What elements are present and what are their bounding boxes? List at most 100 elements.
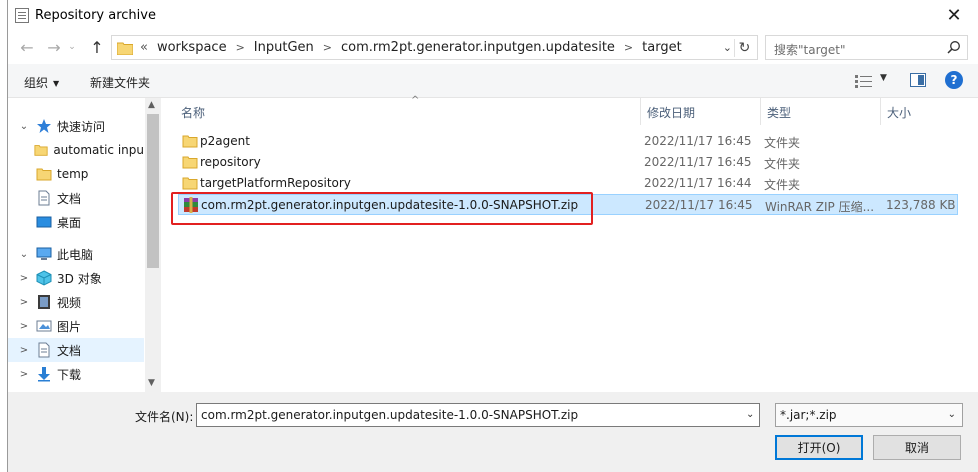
toolbar: 组织 ▼ 新建文件夹 ▼ ?: [8, 64, 978, 98]
filename-input[interactable]: com.rm2pt.generator.inputgen.updatesite-…: [196, 403, 760, 427]
nav-item-3d-objects[interactable]: > 3D 对象: [8, 266, 144, 290]
column-header-label: 大小: [887, 106, 912, 120]
forward-button[interactable]: →: [43, 36, 65, 58]
preview-pane-icon[interactable]: [910, 73, 926, 87]
chevron-down-icon: ⌄: [947, 409, 956, 420]
nav-item-label: 此电脑: [57, 247, 94, 262]
caret-down-icon: ▼: [53, 79, 60, 88]
desktop-icon: [36, 216, 52, 228]
file-row[interactable]: targetPlatformRepository 2022/11/17 16:4…: [178, 173, 958, 194]
address-bar[interactable]: « workspace > InputGen > com.rm2pt.gener…: [111, 35, 758, 60]
document-icon: [38, 342, 50, 358]
column-header-label: 名称: [181, 106, 206, 120]
nav-item-label: 文档: [57, 191, 82, 206]
search-box[interactable]: 搜索"target": [765, 35, 968, 60]
view-options-caret-icon[interactable]: ▼: [880, 73, 887, 83]
recent-locations-button[interactable]: ⌄: [65, 36, 79, 58]
chevron-down-icon: ⌄: [68, 42, 76, 52]
refresh-icon: ↻: [738, 40, 751, 56]
highlight-box: [171, 192, 593, 225]
organize-button[interactable]: 组织 ▼: [24, 74, 59, 91]
window-title: Repository archive: [35, 8, 156, 23]
nav-item-temp[interactable]: temp: [8, 162, 144, 186]
breadcrumb-target[interactable]: target: [642, 40, 682, 55]
file-type: 文件夹: [764, 136, 801, 150]
nav-item-label: automatic inpu: [53, 143, 144, 157]
nav-item-label: 下载: [57, 367, 82, 382]
expand-icon[interactable]: >: [17, 369, 31, 380]
expand-icon[interactable]: >: [17, 345, 31, 356]
folder-icon: [36, 168, 52, 181]
file-type: WinRAR ZIP 压缩...: [765, 200, 875, 214]
breadcrumb-updatesite[interactable]: com.rm2pt.generator.inputgen.updatesite: [341, 40, 615, 55]
sort-ascending-icon: ^: [411, 95, 420, 106]
picture-icon: [36, 320, 52, 332]
new-folder-label: 新建文件夹: [90, 76, 151, 90]
chevron-right-icon[interactable]: >: [323, 41, 332, 54]
expand-icon[interactable]: >: [17, 273, 31, 284]
scroll-up-icon[interactable]: ▲: [148, 100, 155, 110]
chevron-down-icon[interactable]: ⌄: [746, 409, 754, 420]
file-row[interactable]: p2agent 2022/11/17 16:45 文件夹: [178, 131, 958, 152]
nav-item-downloads[interactable]: > 下载: [8, 362, 144, 386]
address-row: ← → ⌄ ↑ « workspace > InputGen > com.rm2…: [8, 33, 978, 61]
back-button[interactable]: ←: [16, 36, 38, 58]
column-header-date[interactable]: 修改日期: [641, 98, 761, 125]
nav-item-videos[interactable]: > 视频: [8, 290, 144, 314]
video-icon: [38, 295, 50, 309]
filename-label: 文件名(N):: [135, 410, 194, 424]
column-header-size[interactable]: 大小: [881, 98, 961, 125]
file-date: 2022/11/17 16:45: [644, 155, 752, 169]
search-placeholder: 搜索"target": [774, 43, 846, 57]
view-options-icon[interactable]: [855, 74, 873, 88]
scrollbar-thumb[interactable]: [147, 114, 159, 268]
file-type: 文件夹: [764, 157, 801, 171]
new-folder-button[interactable]: 新建文件夹: [90, 74, 150, 91]
breadcrumb-workspace[interactable]: workspace: [157, 40, 227, 55]
search-icon: [947, 41, 960, 54]
window-icon: [15, 8, 29, 23]
chevron-right-icon[interactable]: >: [236, 41, 245, 54]
folder-icon: [182, 156, 198, 169]
arrow-right-icon: →: [47, 37, 61, 57]
nav-item-pictures[interactable]: > 图片: [8, 314, 144, 338]
column-header-label: 修改日期: [647, 106, 696, 120]
file-name: p2agent: [200, 134, 250, 148]
filter-value: *.jar;*.zip: [780, 408, 837, 422]
nav-item-desktop[interactable]: 桌面: [8, 210, 144, 234]
file-name: targetPlatformRepository: [200, 176, 351, 190]
refresh-button[interactable]: ↻: [734, 39, 754, 57]
column-header-type[interactable]: 类型: [761, 98, 881, 125]
expand-icon[interactable]: ⌄: [17, 249, 31, 260]
file-type: 文件夹: [764, 178, 801, 192]
scroll-down-icon[interactable]: ▼: [148, 378, 155, 388]
file-type-filter[interactable]: *.jar;*.zip ⌄: [775, 403, 963, 427]
nav-item-label: 视频: [57, 295, 82, 310]
cancel-button[interactable]: 取消: [873, 435, 961, 460]
expand-icon[interactable]: ⌄: [17, 121, 31, 132]
address-history-dropdown[interactable]: ⌄: [723, 41, 732, 54]
nav-item-automatic-input[interactable]: automatic inpu: [8, 138, 144, 162]
column-header-label: 类型: [767, 106, 792, 120]
expand-icon[interactable]: >: [17, 297, 31, 308]
open-button[interactable]: 打开(O): [775, 435, 863, 460]
bottom-panel: 文件名(N): com.rm2pt.generator.inputgen.upd…: [8, 392, 978, 472]
breadcrumb-inputgen[interactable]: InputGen: [254, 40, 314, 55]
breadcrumb-overflow[interactable]: «: [140, 40, 148, 55]
nav-item-label: 图片: [57, 319, 82, 334]
up-button[interactable]: ↑: [86, 36, 108, 58]
nav-item-this-pc[interactable]: ⌄ 此电脑: [8, 242, 144, 266]
nav-pane-scrollbar[interactable]: ▲ ▼: [145, 98, 161, 392]
repository-archive-dialog: Repository archive ✕ ← → ⌄ ↑ « workspace…: [7, 0, 978, 472]
close-button[interactable]: ✕: [942, 4, 966, 26]
file-date: 2022/11/17 16:44: [644, 176, 752, 190]
nav-item-documents[interactable]: > 文档: [8, 338, 144, 362]
chevron-right-icon[interactable]: >: [624, 41, 633, 54]
nav-item-quick-access[interactable]: ⌄ 快速访问: [8, 114, 144, 138]
nav-item-documents-quick[interactable]: 文档: [8, 186, 144, 210]
file-row[interactable]: repository 2022/11/17 16:45 文件夹: [178, 152, 958, 173]
help-icon[interactable]: ?: [945, 71, 963, 89]
column-header-name[interactable]: 名称 ^: [175, 95, 641, 125]
file-name: repository: [200, 155, 261, 169]
expand-icon[interactable]: >: [17, 321, 31, 332]
